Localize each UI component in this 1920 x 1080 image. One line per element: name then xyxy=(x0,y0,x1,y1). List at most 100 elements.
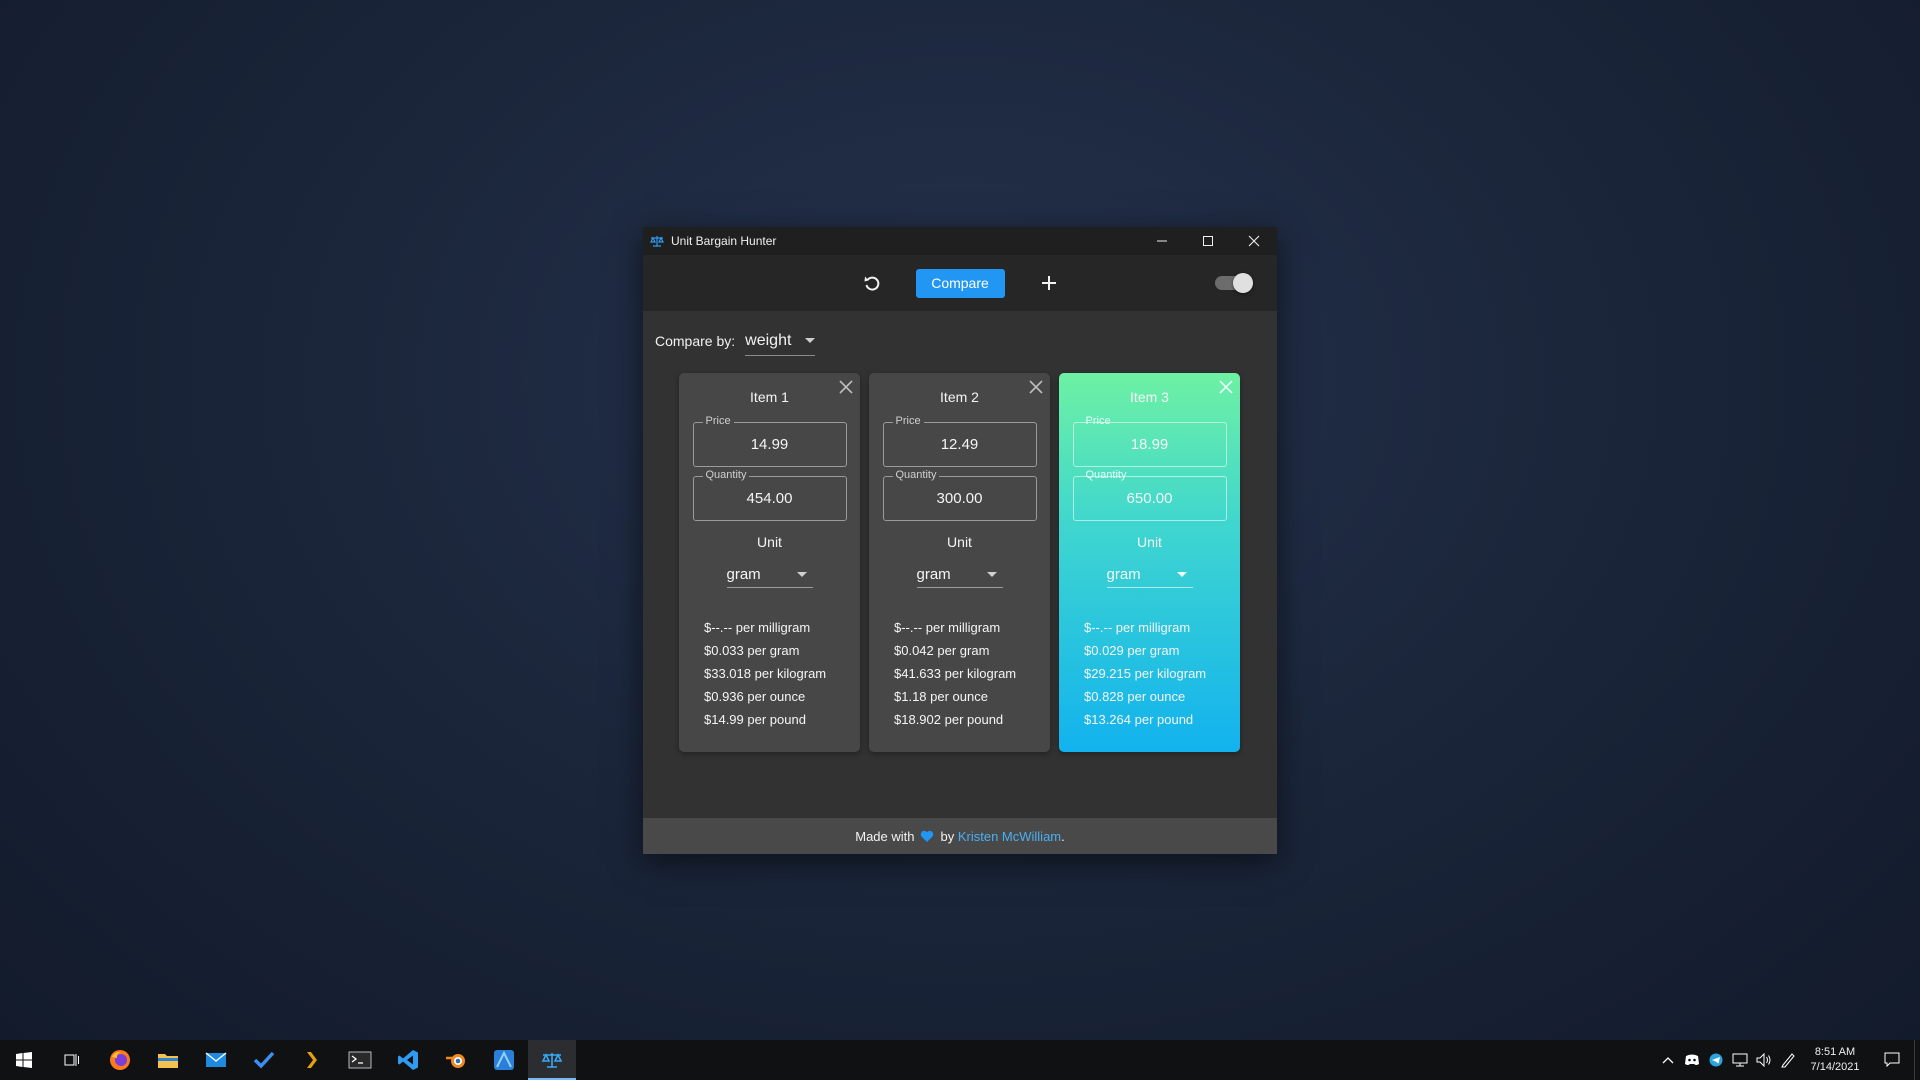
title-bar[interactable]: Unit Bargain Hunter xyxy=(643,227,1277,255)
rate-per-ounce: $0.936 per ounce xyxy=(704,689,806,704)
clock-date: 7/14/2021 xyxy=(1810,1061,1860,1073)
quantity-field[interactable]: Quantity 650.00 xyxy=(1072,469,1227,521)
remove-item-icon[interactable] xyxy=(1028,379,1044,395)
heart-icon xyxy=(920,830,934,843)
terminal-icon xyxy=(348,1051,372,1069)
rate-list: $--.-- per milligram $0.042 per gram $41… xyxy=(894,616,1050,731)
taskbar-firefox[interactable] xyxy=(96,1040,144,1080)
theme-toggle[interactable] xyxy=(1215,273,1253,293)
quantity-label: Quantity xyxy=(892,469,940,481)
taskbar-terminal[interactable] xyxy=(336,1040,384,1080)
price-field[interactable]: Price 12.49 xyxy=(882,415,1037,467)
taskbar-todo[interactable] xyxy=(240,1040,288,1080)
tray-volume[interactable] xyxy=(1752,1040,1776,1080)
notification-icon xyxy=(1884,1052,1900,1068)
mail-icon xyxy=(205,1052,227,1067)
unit-value: gram xyxy=(916,566,951,583)
network-icon xyxy=(1732,1053,1748,1067)
item-card: Item 2 Price 12.49 Quantity 300.00 Unit … xyxy=(869,373,1050,752)
unit-label: Unit xyxy=(947,534,972,550)
unit-value: gram xyxy=(1106,566,1141,583)
file-explorer-icon xyxy=(158,1054,178,1068)
quantity-value: 650.00 xyxy=(1126,490,1173,507)
taskbar-affinity[interactable] xyxy=(480,1040,528,1080)
todo-icon xyxy=(253,1051,275,1069)
tray-telegram[interactable] xyxy=(1704,1040,1728,1080)
toolbar: Compare xyxy=(643,255,1277,311)
affinity-icon xyxy=(494,1050,514,1070)
taskbar-plex[interactable] xyxy=(288,1040,336,1080)
unit-select[interactable]: gram xyxy=(726,562,813,588)
reset-button[interactable] xyxy=(852,263,892,303)
dropdown-arrow-icon xyxy=(986,572,997,577)
rate-list: $--.-- per milligram $0.029 per gram $29… xyxy=(1084,616,1240,731)
compare-by-label: Compare by: xyxy=(655,333,736,349)
discord-icon xyxy=(1685,1054,1699,1065)
compare-by-row: Compare by: weight xyxy=(643,311,1277,359)
dropdown-arrow-icon xyxy=(1176,572,1187,577)
taskbar-clock[interactable]: 8:51 AM 7/14/2021 xyxy=(1800,1045,1870,1075)
rate-per-ounce: $1.18 per ounce xyxy=(894,689,988,704)
compare-button[interactable]: Compare xyxy=(915,268,1005,298)
rate-per-ounce: $0.828 per ounce xyxy=(1084,689,1186,704)
volume-icon xyxy=(1756,1053,1771,1067)
tray-pen[interactable] xyxy=(1776,1040,1800,1080)
minimize-icon xyxy=(1157,240,1167,242)
reset-icon xyxy=(864,276,879,291)
price-value: 14.99 xyxy=(750,436,789,453)
close-button[interactable] xyxy=(1231,227,1277,255)
maximize-button[interactable] xyxy=(1185,227,1231,255)
action-center-button[interactable] xyxy=(1870,1052,1914,1068)
item-card: Item 1 Price 14.99 Quantity 454.00 Unit … xyxy=(679,373,860,752)
dropdown-arrow-icon xyxy=(796,572,807,577)
price-label: Price xyxy=(892,415,924,427)
rate-per-gram: $0.029 per gram xyxy=(1084,643,1180,658)
item-title: Item 1 xyxy=(750,389,789,405)
remove-item-icon[interactable] xyxy=(1218,379,1234,395)
item-card-best-value: Item 3 Price 18.99 Quantity 650.00 Unit … xyxy=(1059,373,1240,752)
rate-per-milligram: $--.-- per milligram xyxy=(704,620,811,635)
quantity-field[interactable]: Quantity 300.00 xyxy=(882,469,1037,521)
price-field[interactable]: Price 14.99 xyxy=(692,415,847,467)
price-field[interactable]: Price 18.99 xyxy=(1072,415,1227,467)
unit-select[interactable]: gram xyxy=(916,562,1003,588)
unit-select[interactable]: gram xyxy=(1106,562,1193,588)
unit-value: gram xyxy=(726,566,761,583)
quantity-field[interactable]: Quantity 454.00 xyxy=(692,469,847,521)
rate-per-kilogram: $29.215 per kilogram xyxy=(1084,666,1207,681)
quantity-label: Quantity xyxy=(1085,469,1127,481)
minimize-button[interactable] xyxy=(1139,227,1185,255)
task-view-icon xyxy=(64,1054,79,1066)
footer: Made with by Kristen McWilliam. xyxy=(643,818,1277,854)
rate-per-milligram: $--.-- per milligram xyxy=(894,620,1001,635)
rate-per-gram: $0.033 per gram xyxy=(704,643,800,658)
taskbar-blender[interactable] xyxy=(432,1040,480,1080)
compare-by-select[interactable]: weight xyxy=(745,326,816,356)
show-desktop-button[interactable] xyxy=(1914,1040,1920,1080)
task-view-button[interactable] xyxy=(48,1040,96,1080)
taskbar-unit-bargain-hunter[interactable] xyxy=(528,1040,576,1080)
window-title: Unit Bargain Hunter xyxy=(671,234,777,248)
quantity-value: 454.00 xyxy=(746,490,793,507)
taskbar-mail[interactable] xyxy=(192,1040,240,1080)
item-cards: Item 1 Price 14.99 Quantity 454.00 Unit … xyxy=(679,373,1240,752)
taskbar-vscode[interactable] xyxy=(384,1040,432,1080)
taskbar-file-explorer[interactable] xyxy=(144,1040,192,1080)
item-title: Item 2 xyxy=(940,389,979,405)
add-item-button[interactable] xyxy=(1029,263,1069,303)
remove-item-icon[interactable] xyxy=(838,379,854,395)
plus-icon xyxy=(1041,276,1056,290)
scale-icon xyxy=(643,235,671,247)
clock-time: 8:51 AM xyxy=(1814,1046,1856,1058)
compare-by-value: weight xyxy=(745,331,792,349)
unit-bargain-hunter-icon xyxy=(541,1053,563,1068)
tray-discord[interactable] xyxy=(1680,1040,1704,1080)
tray-network[interactable] xyxy=(1728,1040,1752,1080)
price-value: 18.99 xyxy=(1130,436,1169,453)
tray-overflow[interactable] xyxy=(1656,1040,1680,1080)
telegram-icon xyxy=(1709,1053,1723,1067)
start-button[interactable] xyxy=(0,1040,48,1080)
author-link[interactable]: Kristen McWilliam xyxy=(958,829,1061,844)
chevron-up-icon xyxy=(1662,1057,1674,1064)
rate-per-gram: $0.042 per gram xyxy=(894,643,990,658)
